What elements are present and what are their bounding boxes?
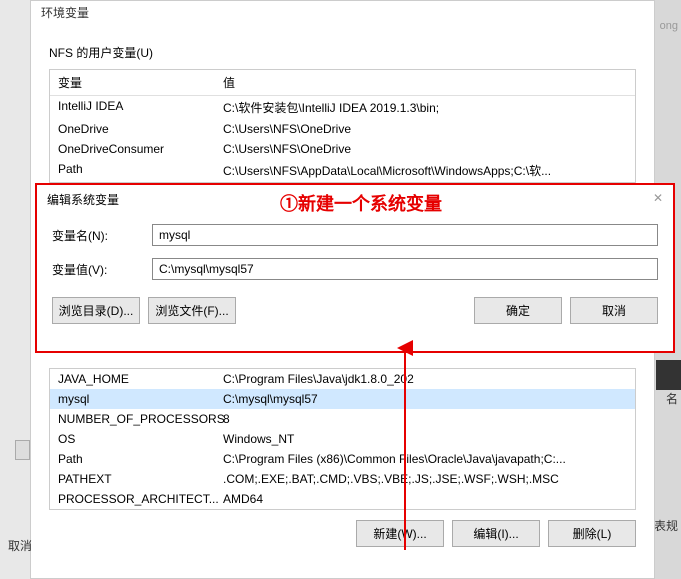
side-label-1: 名 <box>666 390 678 407</box>
table-row[interactable]: OS Windows_NT <box>50 429 635 449</box>
table-row[interactable]: OneDriveConsumer C:\Users\NFS\OneDrive <box>50 139 635 159</box>
table-row[interactable]: JAVA_HOME C:\Program Files\Java\jdk1.8.0… <box>50 369 635 389</box>
new-button[interactable]: 新建(W)... <box>356 520 444 547</box>
table-row-selected[interactable]: mysql C:\mysql\mysql57 <box>50 389 635 409</box>
ok-button[interactable]: 确定 <box>474 297 562 324</box>
user-vars-header[interactable]: 变量 值 <box>50 70 635 96</box>
browse-file-button[interactable]: 浏览文件(F)... <box>148 297 236 324</box>
header-variable: 变量 <box>58 74 223 91</box>
outer-cancel-label: 取消 <box>8 537 32 554</box>
table-row[interactable]: OneDrive C:\Users\NFS\OneDrive <box>50 119 635 139</box>
edit-button[interactable]: 编辑(I)... <box>452 520 540 547</box>
user-vars-table: 变量 值 IntelliJ IDEA C:\软件安装包\IntelliJ IDE… <box>49 69 636 183</box>
side-partial-button <box>15 440 30 460</box>
user-vars-label: NFS 的用户变量(U) <box>49 44 636 61</box>
table-row[interactable]: NUMBER_OF_PROCESSORS 8 <box>50 409 635 429</box>
header-value: 值 <box>223 74 627 91</box>
system-vars-table: JAVA_HOME C:\Program Files\Java\jdk1.8.0… <box>49 368 636 510</box>
var-value-input[interactable] <box>152 258 658 280</box>
var-name-label: 变量名(N): <box>52 227 152 244</box>
annotation-text: ①新建一个系统变量 <box>280 190 442 216</box>
var-name-input[interactable] <box>152 224 658 246</box>
table-row[interactable]: IntelliJ IDEA C:\软件安装包\IntelliJ IDEA 201… <box>50 96 635 119</box>
table-row[interactable]: PROCESSOR_ARCHITECT... AMD64 <box>50 489 635 509</box>
cancel-button[interactable]: 取消 <box>570 297 658 324</box>
dialog-title: 编辑系统变量 <box>47 191 119 208</box>
table-row[interactable]: PATHEXT .COM;.EXE;.BAT;.CMD;.VBS;.VBE;.J… <box>50 469 635 489</box>
close-icon[interactable]: ✕ <box>653 191 663 208</box>
side-label-3: ong <box>660 20 678 32</box>
window-title: 环境变量 <box>31 1 654 24</box>
var-value-label: 变量值(V): <box>52 261 152 278</box>
table-row[interactable]: Path C:\Program Files (x86)\Common Files… <box>50 449 635 469</box>
browse-dir-button[interactable]: 浏览目录(D)... <box>52 297 140 324</box>
delete-button[interactable]: 删除(L) <box>548 520 636 547</box>
side-label-2: 表规 <box>654 517 678 534</box>
table-row[interactable]: Path C:\Users\NFS\AppData\Local\Microsof… <box>50 159 635 182</box>
